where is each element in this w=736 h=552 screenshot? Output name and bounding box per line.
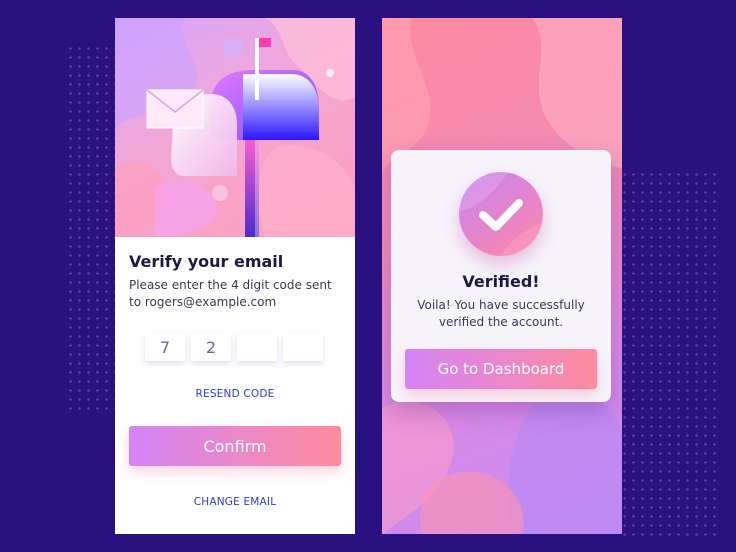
verify-description: Please enter the 4 digit code sent to ro…: [129, 277, 347, 311]
verified-description-line-1: Voila! You have successfully: [417, 298, 585, 312]
code-digit-1[interactable]: 7: [145, 333, 185, 361]
code-digit-4[interactable]: [283, 333, 323, 361]
code-digit-2[interactable]: 2: [191, 333, 231, 361]
verify-email-screen: Verify your email Please enter the 4 dig…: [115, 18, 355, 534]
envelope-icon: [146, 89, 204, 129]
verified-screen: Verified! Voila! You have successfully v…: [382, 18, 622, 534]
verified-card: Verified! Voila! You have successfully v…: [391, 150, 611, 402]
dot-pattern-left: [66, 44, 116, 412]
dot-pattern-right: [620, 170, 716, 540]
verify-title: Verify your email: [129, 252, 284, 271]
confirm-button[interactable]: Confirm: [129, 426, 341, 466]
verified-title: Verified!: [462, 272, 540, 291]
change-email-link[interactable]: CHANGE EMAIL: [115, 496, 355, 508]
resend-code-link[interactable]: RESEND CODE: [115, 388, 355, 400]
checkmark-icon: [459, 172, 543, 256]
verified-description: Voila! You have successfully verified th…: [391, 297, 611, 331]
verify-description-line-2: to rogers@example.com: [129, 295, 277, 309]
code-digit-3[interactable]: [237, 333, 277, 361]
verified-description-line-2: verified the account.: [438, 315, 564, 329]
success-badge: [459, 172, 543, 256]
go-to-dashboard-button[interactable]: Go to Dashboard: [405, 349, 597, 389]
code-input-row: 7 2: [145, 333, 323, 361]
mailbox-illustration: [115, 18, 355, 237]
verify-description-line-1: Please enter the 4 digit code sent: [129, 278, 332, 292]
